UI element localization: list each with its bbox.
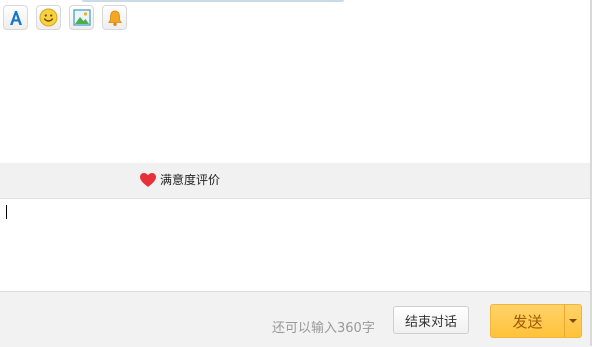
font-icon [9,10,22,25]
message-input[interactable] [0,199,590,291]
chevron-down-icon [569,319,577,323]
input-toolbar [0,163,590,199]
satisfaction-rating[interactable]: 满意度评价 [139,171,220,189]
font-button[interactable] [3,5,28,30]
end-chat-button[interactable]: 结束对话 [393,306,469,334]
message-bubble-edge [82,0,344,2]
text-caret [6,205,7,219]
bell-button[interactable] [102,5,127,30]
send-options-button[interactable] [565,305,581,337]
send-button[interactable]: 发送 [491,305,564,337]
emoji-button[interactable] [36,5,61,30]
emoji-icon [39,8,58,27]
rating-label: 满意度评价 [160,173,221,187]
char-count: 还可以输入360字 [272,321,375,336]
heart-icon [140,173,156,187]
bell-icon [107,10,122,26]
image-button[interactable] [69,5,94,30]
send-button-group: 发送 [490,304,582,338]
image-icon [72,9,91,26]
